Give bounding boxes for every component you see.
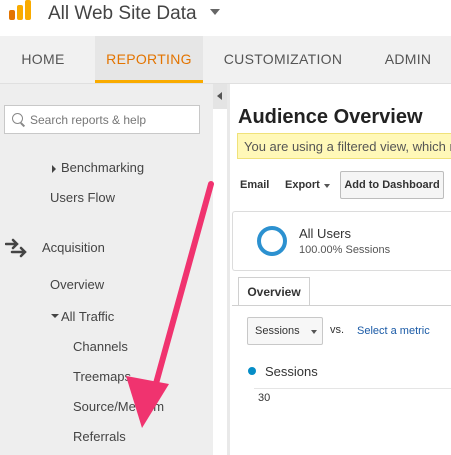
sidebar-divider [227,84,230,455]
sidebar-item-overview[interactable]: Overview [50,277,104,292]
search-input[interactable] [30,112,195,128]
caret-right-icon[interactable] [52,165,56,173]
chart-gridline [254,388,451,389]
chevron-down-icon[interactable] [324,184,330,188]
segment-percentage: 100.00% Sessions [299,244,391,256]
sidebar-item-source-medium[interactable]: Source/Medium [73,399,164,414]
search-icon [12,113,23,124]
tab-admin[interactable]: ADMIN [368,36,448,83]
sidebar-item-channels[interactable]: Channels [73,339,128,354]
acquisition-icon [5,238,27,258]
tab-customization[interactable]: CUSTOMIZATION [218,36,348,83]
top-header: All Web Site Data [0,0,451,36]
export-button[interactable]: Export [285,179,320,191]
email-button[interactable]: Email [240,179,269,191]
sidebar-item-acquisition[interactable]: Acquisition [42,240,105,255]
y-axis-tick: 30 [258,392,271,404]
add-to-dashboard-button[interactable]: Add to Dashboard [340,171,444,199]
sessions-legend-label: Sessions [265,364,318,379]
main-nav: HOME REPORTING CUSTOMIZATION ADMIN [0,36,451,84]
page-title: Audience Overview [238,106,423,128]
sidebar-item-users-flow[interactable]: Users Flow [50,190,115,205]
collapse-sidebar-button[interactable] [213,84,227,109]
filtered-view-notice: You are using a filtered view, which m [237,133,451,159]
chevron-down-icon [311,330,317,334]
notice-text: You are using a filtered view, which m [244,139,451,154]
segment-name[interactable]: All Users [299,226,351,241]
metric-select[interactable]: Sessions [247,317,323,345]
segment-donut-icon [257,226,287,256]
account-selector[interactable]: All Web Site Data [48,3,197,25]
chevron-down-icon[interactable] [210,9,220,15]
sidebar-item-referrals[interactable]: Referrals [73,429,126,444]
sidebar-item-benchmarking[interactable]: Benchmarking [61,160,144,175]
sidebar-item-all-traffic[interactable]: All Traffic [61,309,114,324]
tab-home[interactable]: HOME [0,36,86,83]
metric-select-label: Sessions [255,325,300,337]
caret-down-icon[interactable] [51,314,59,318]
analytics-logo-icon[interactable] [9,0,31,20]
chevron-left-icon [217,92,222,100]
tab-overview[interactable]: Overview [238,277,310,305]
sidebar-item-treemaps[interactable]: Treemaps [73,369,131,384]
tab-divider [232,305,451,306]
sidebar: Benchmarking Users Flow Acquisition Over… [0,84,213,455]
vs-label: vs. [330,324,345,336]
select-metric-link[interactable]: Select a metric [357,325,430,337]
search-box [4,105,200,134]
sessions-legend-dot [248,367,256,375]
tab-reporting[interactable]: REPORTING [95,36,203,83]
